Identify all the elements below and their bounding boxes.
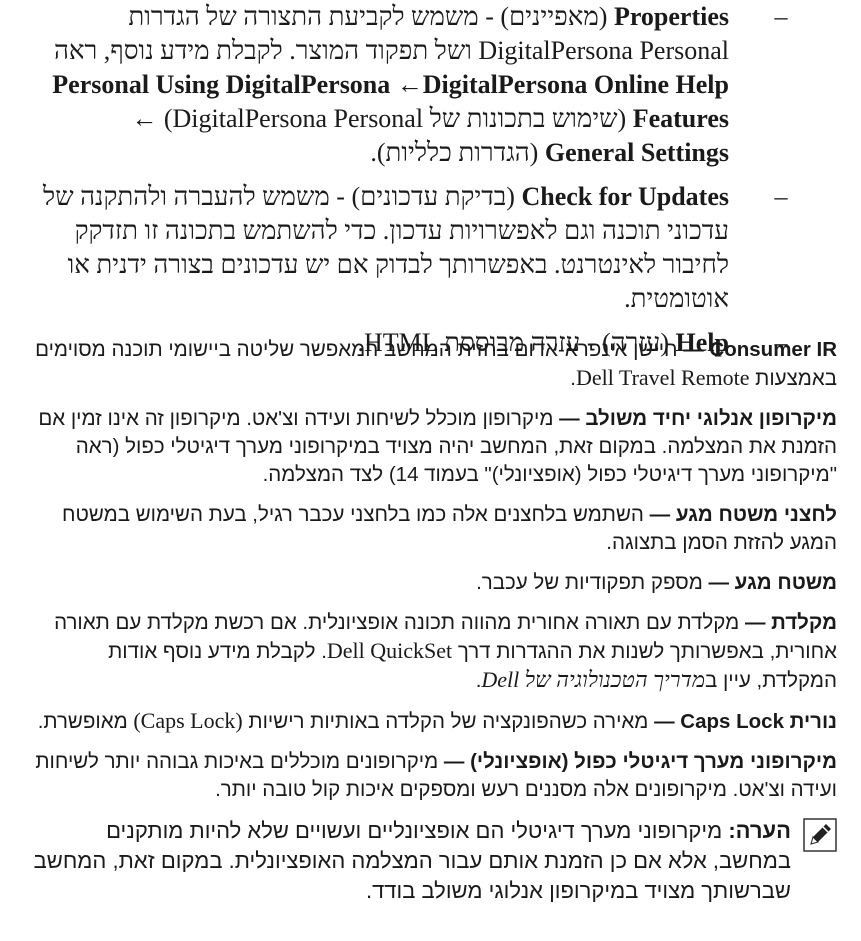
definition-list: Consumer IR — חיישן אינפרא-אדום בחזית המ…	[28, 336, 837, 906]
bullet-term-hebrew: (בדיקת עדכונים)	[351, 182, 515, 211]
bullet-text: - משמש להעברה ולהתקנה של	[43, 182, 352, 211]
bullet-text: (הגדרות כלליות).	[370, 138, 545, 167]
bullet-text: - משמש לקביעת התצורה של הגדרות	[128, 2, 501, 31]
definition-term: משטח מגע —	[708, 571, 837, 594]
definition-term: מיקרופון אנלוגי יחיד משולב —	[559, 407, 837, 430]
bullet-list: – Properties (מאפיינים) - משמש לקביעת הת…	[40, 0, 787, 370]
definition-keyboard: מקלדת — מקלדת עם תאורה אחורית מהווה תכונ…	[28, 609, 837, 695]
bullet-dash: –	[774, 2, 788, 31]
definition-term: מיקרופוני מערך דיגיטלי כפול (אופציונלי) …	[443, 750, 837, 773]
definition-analog-microphone: מיקרופון אנלוגי יחיד משולב — מיקרופון מו…	[28, 405, 837, 489]
definition-text: מאופשרת.	[37, 710, 134, 733]
bullet-bold-path: Using DigitalPersona ←DigitalPersona Onl…	[155, 70, 729, 99]
definition-term: לחצני משטח מגע —	[649, 503, 837, 526]
definition-touchpad-buttons: לחצני משטח מגע — השתמש בלחצנים אלה כמו ב…	[28, 501, 837, 557]
note-block: הערה: מיקרופוני מערך דיגיטלי הם אופציונל…	[28, 816, 837, 906]
definition-term: נורית Caps Lock —	[654, 710, 837, 733]
bullet-item-properties: – Properties (מאפיינים) - משמש לקביעת הת…	[40, 0, 787, 170]
definition-term: מקלדת —	[744, 611, 837, 634]
bullet-dash: –	[774, 182, 788, 211]
definition-text: מאירה כשהפונקציה של הקלדה באותיות רישיות	[242, 710, 655, 733]
bullet-text: לאינטרנט. באפשרותך לבדוק אם יש עדכונים ב…	[67, 250, 729, 313]
definition-caps-lock-light: נורית Caps Lock — מאירה כשהפונקציה של הק…	[28, 707, 837, 736]
document-page: – Properties (מאפיינים) - משמש לקביעת הת…	[0, 0, 861, 941]
bullet-term: Properties	[613, 2, 729, 31]
note-label: הערה:	[728, 818, 791, 843]
definition-product-name: (Caps Lock)	[133, 708, 243, 733]
definition-product-name: Dell Travel Remote	[575, 365, 750, 390]
definition-italic-reference: מדריך הטכנולוגיה של Dell	[481, 667, 705, 692]
bullet-item-check-for-updates: – Check for Updates (בדיקת עדכונים) - מש…	[40, 180, 787, 316]
bullet-text: DigitalPersona Personal ושל תפקוד המוצר.…	[103, 36, 729, 65]
definition-term: Consumer IR —	[683, 338, 837, 361]
definition-consumer-ir: Consumer IR — חיישן אינפרא-אדום בחזית המ…	[28, 336, 837, 393]
bullet-term-hebrew: (מאפיינים)	[500, 2, 608, 31]
bullet-bold-term: General Settings	[544, 138, 729, 167]
bullet-term: Check for Updates	[521, 182, 729, 211]
bullet-text: ראה	[53, 36, 98, 65]
definition-product-name: Dell QuickSet	[326, 638, 453, 663]
definition-digital-array-microphones: מיקרופוני מערך דיגיטלי כפול (אופציונלי) …	[28, 748, 837, 804]
note-text: מיקרופוני מערך דיגיטלי הם אופציונליים וע…	[33, 818, 791, 903]
note-pencil-icon	[803, 818, 837, 852]
definition-touchpad: משטח מגע — מספק תפקודיות של עכבר.	[28, 569, 837, 597]
definition-text: מספק תפקודיות של עכבר.	[476, 571, 709, 594]
